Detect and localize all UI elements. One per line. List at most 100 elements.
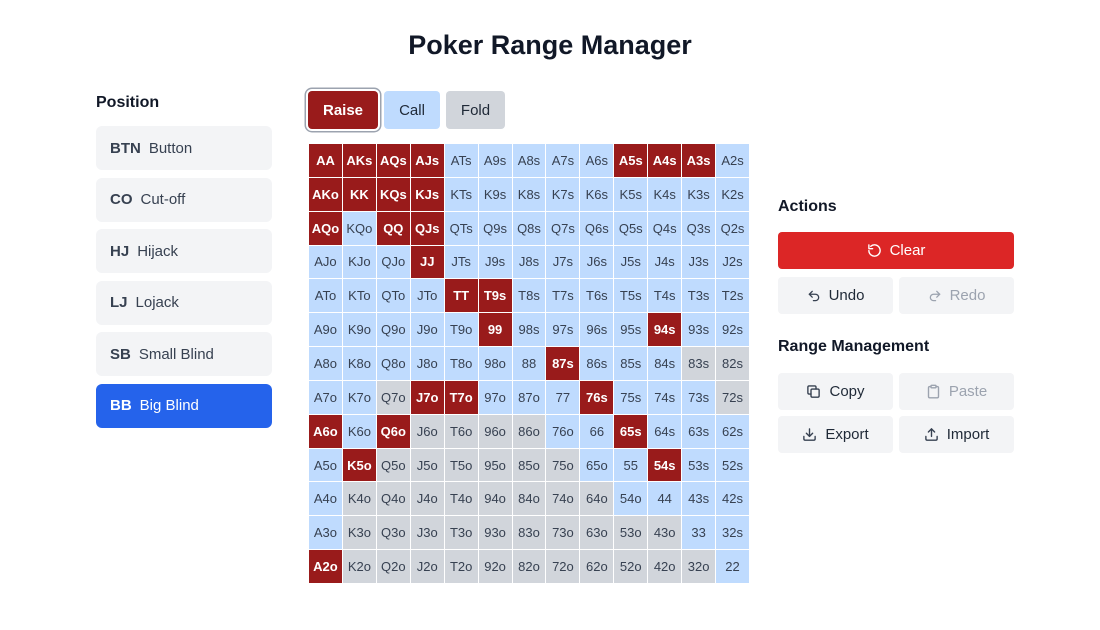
hand-cell[interactable]: 75s [614, 380, 648, 414]
hand-cell[interactable]: K6o [342, 414, 376, 448]
hand-cell[interactable]: 76s [580, 380, 614, 414]
hand-cell[interactable]: JJ [410, 245, 444, 279]
hand-cell[interactable]: K7o [342, 380, 376, 414]
hand-cell[interactable]: K5o [342, 448, 376, 482]
hand-cell[interactable]: 32o [682, 550, 716, 583]
hand-cell[interactable]: K8s [512, 177, 546, 211]
hand-cell[interactable]: 84o [512, 482, 546, 516]
hand-cell[interactable]: ATo [309, 279, 342, 313]
hand-cell[interactable]: AA [309, 144, 342, 177]
hand-cell[interactable]: A5o [309, 448, 342, 482]
hand-cell[interactable]: 95s [614, 313, 648, 347]
hand-cell[interactable]: J9s [478, 245, 512, 279]
hand-cell[interactable]: 83s [682, 347, 716, 380]
hand-cell[interactable]: AKo [309, 177, 342, 211]
position-item-co[interactable]: CO Cut-off [96, 177, 272, 222]
hand-cell[interactable]: Q8s [512, 211, 546, 245]
hand-cell[interactable]: J5o [410, 448, 444, 482]
hand-cell[interactable]: 64o [580, 482, 614, 516]
fold-button[interactable]: Fold [446, 91, 505, 129]
hand-cell[interactable]: A9o [309, 313, 342, 347]
hand-cell[interactable]: J8o [410, 347, 444, 380]
hand-cell[interactable]: 96o [478, 414, 512, 448]
hand-cell[interactable]: J4o [410, 482, 444, 516]
hand-cell[interactable]: Q4s [648, 211, 682, 245]
hand-cell[interactable]: 82s [716, 347, 749, 380]
hand-cell[interactable]: A7s [546, 144, 580, 177]
hand-cell[interactable]: 53o [614, 516, 648, 550]
hand-cell[interactable]: JTs [444, 245, 478, 279]
hand-cell[interactable]: J3s [682, 245, 716, 279]
hand-cell[interactable]: T9s [478, 279, 512, 313]
hand-cell[interactable]: Q3o [376, 516, 410, 550]
hand-cell[interactable]: 73o [546, 516, 580, 550]
hand-cell[interactable]: Q9s [478, 211, 512, 245]
hand-cell[interactable]: T8s [512, 279, 546, 313]
hand-cell[interactable]: 44 [648, 482, 682, 516]
position-item-hj[interactable]: HJ Hijack [96, 229, 272, 274]
hand-cell[interactable]: 77 [546, 380, 580, 414]
hand-cell[interactable]: KQo [342, 211, 376, 245]
raise-button[interactable]: Raise [308, 91, 378, 129]
hand-cell[interactable]: T9o [444, 313, 478, 347]
hand-cell[interactable]: 63o [580, 516, 614, 550]
hand-cell[interactable]: 73s [682, 380, 716, 414]
hand-cell[interactable]: Q4o [376, 482, 410, 516]
hand-cell[interactable]: AJo [309, 245, 342, 279]
hand-cell[interactable]: 64s [648, 414, 682, 448]
hand-cell[interactable]: QJs [410, 211, 444, 245]
hand-cell[interactable]: 62s [716, 414, 749, 448]
hand-cell[interactable]: T7s [546, 279, 580, 313]
hand-cell[interactable]: A8s [512, 144, 546, 177]
hand-cell[interactable]: 93o [478, 516, 512, 550]
hand-cell[interactable]: A9s [478, 144, 512, 177]
hand-cell[interactable]: 43s [682, 482, 716, 516]
hand-cell[interactable]: 97o [478, 380, 512, 414]
hand-cell[interactable]: T6s [580, 279, 614, 313]
hand-cell[interactable]: 86o [512, 414, 546, 448]
hand-cell[interactable]: AKs [342, 144, 376, 177]
hand-cell[interactable]: T3s [682, 279, 716, 313]
hand-cell[interactable]: KTo [342, 279, 376, 313]
hand-cell[interactable]: KJo [342, 245, 376, 279]
redo-button[interactable]: Redo [899, 277, 1014, 314]
position-item-sb[interactable]: SB Small Blind [96, 332, 272, 377]
hand-cell[interactable]: T6o [444, 414, 478, 448]
hand-cell[interactable]: Q6s [580, 211, 614, 245]
hand-cell[interactable]: 86s [580, 347, 614, 380]
position-item-btn[interactable]: BTN Button [96, 126, 272, 170]
hand-cell[interactable]: T4s [648, 279, 682, 313]
hand-cell[interactable]: J2o [410, 550, 444, 583]
hand-cell[interactable]: 94s [648, 313, 682, 347]
hand-cell[interactable]: 52o [614, 550, 648, 583]
hand-cell[interactable]: QQ [376, 211, 410, 245]
hand-cell[interactable]: J2s [716, 245, 749, 279]
position-item-lj[interactable]: LJ Lojack [96, 280, 272, 325]
hand-cell[interactable]: 95o [478, 448, 512, 482]
hand-cell[interactable]: Q7s [546, 211, 580, 245]
hand-cell[interactable]: 22 [716, 550, 749, 583]
hand-cell[interactable]: A8o [309, 347, 342, 380]
hand-cell[interactable]: T5o [444, 448, 478, 482]
hand-cell[interactable]: K9o [342, 313, 376, 347]
hand-cell[interactable]: 74o [546, 482, 580, 516]
hand-cell[interactable]: Q6o [376, 414, 410, 448]
hand-cell[interactable]: Q8o [376, 347, 410, 380]
hand-cell[interactable]: K3s [682, 177, 716, 211]
hand-cell[interactable]: A3o [309, 516, 342, 550]
hand-cell[interactable]: 54s [648, 448, 682, 482]
hand-cell[interactable]: K6s [580, 177, 614, 211]
hand-cell[interactable]: K9s [478, 177, 512, 211]
hand-cell[interactable]: K8o [342, 347, 376, 380]
hand-cell[interactable]: T2s [716, 279, 749, 313]
hand-cell[interactable]: KQs [376, 177, 410, 211]
hand-cell[interactable]: T3o [444, 516, 478, 550]
export-button[interactable]: Export [778, 416, 893, 453]
hand-cell[interactable]: 85o [512, 448, 546, 482]
hand-cell[interactable]: 83o [512, 516, 546, 550]
copy-button[interactable]: Copy [778, 373, 893, 410]
hand-cell[interactable]: A6s [580, 144, 614, 177]
hand-cell[interactable]: AQo [309, 211, 342, 245]
hand-cell[interactable]: 98o [478, 347, 512, 380]
hand-cell[interactable]: A7o [309, 380, 342, 414]
